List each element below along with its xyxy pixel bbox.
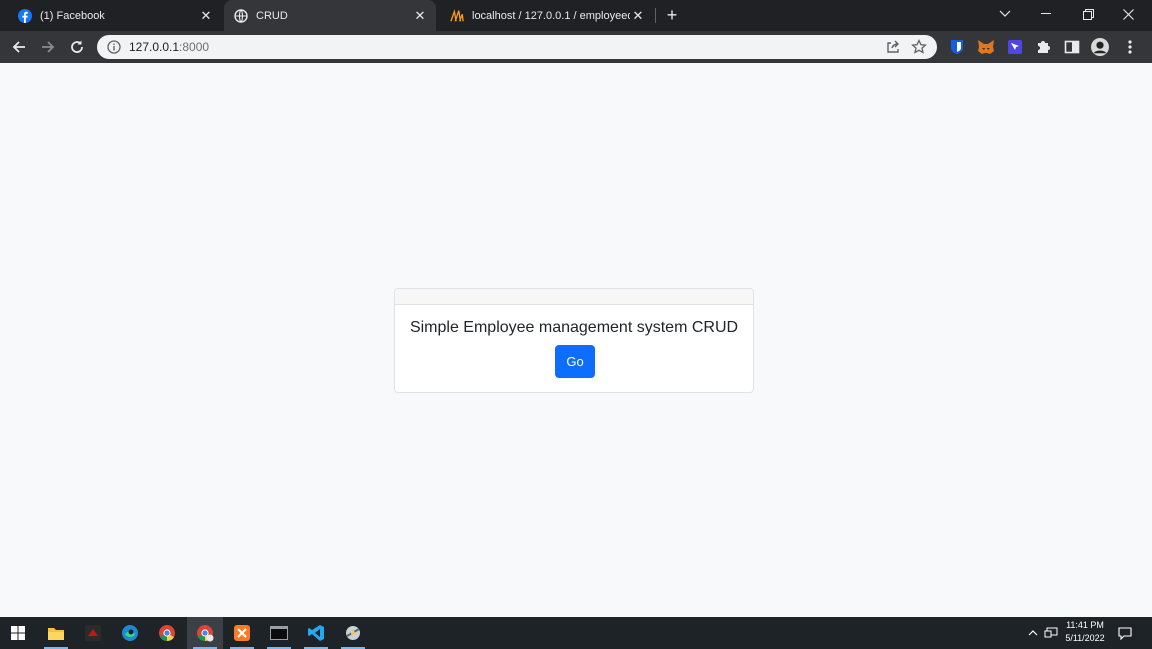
chrome-profile-icon[interactable] [187, 617, 223, 649]
tab-separator [655, 8, 656, 23]
browser-tab-strip: (1) Facebook ✕ CRUD ✕ localhost / 127.0.… [0, 0, 1152, 31]
close-tab-icon[interactable]: ✕ [198, 8, 214, 24]
go-button[interactable]: Go [555, 345, 595, 378]
tab-title: CRUD [256, 9, 288, 22]
tab-crud[interactable]: CRUD ✕ [224, 0, 436, 31]
notifications-icon[interactable] [1116, 617, 1134, 649]
site-info-icon[interactable] [107, 40, 121, 54]
forward-arrow-icon [42, 41, 55, 53]
tab-title: localhost / 127.0.0.1 / employeedb [472, 9, 630, 22]
address-bar[interactable]: 127.0.0.1:8000 [97, 35, 937, 59]
minimize-button[interactable] [1026, 0, 1066, 28]
windows-start-icon[interactable] [0, 617, 36, 649]
clock-time: 11:41 PM [1066, 620, 1104, 630]
cursor-extension-icon[interactable] [1006, 38, 1024, 56]
new-tab-button[interactable]: + [662, 5, 682, 25]
tab-title: (1) Facebook [40, 9, 105, 22]
file-explorer-icon[interactable] [38, 617, 74, 649]
xampp-icon[interactable] [224, 617, 260, 649]
restore-button[interactable] [1068, 0, 1108, 28]
share-icon[interactable] [885, 39, 901, 60]
mcafee-icon[interactable] [75, 617, 111, 649]
facebook-icon [18, 8, 32, 23]
card-text: Simple Employee management system CRUD [409, 319, 739, 336]
side-panel-icon[interactable] [1063, 38, 1081, 56]
close-tab-icon[interactable]: ✕ [412, 8, 428, 24]
reload-icon [71, 40, 83, 53]
card-header [395, 289, 753, 305]
globe-icon [234, 8, 248, 23]
bookmark-star-icon[interactable] [911, 38, 927, 60]
edge-icon[interactable] [112, 617, 148, 649]
windows-taskbar: 11:41 PM 5/11/2022 [0, 617, 1152, 649]
clock-date: 5/11/2022 [1065, 633, 1105, 643]
page-viewport: Simple Employee management system CRUD G… [0, 63, 1152, 617]
terminal-icon[interactable] [261, 617, 297, 649]
browser-menu-icon[interactable] [1121, 38, 1139, 56]
close-window-button[interactable] [1108, 0, 1148, 28]
phpmyadmin-icon [450, 8, 464, 23]
extensions-puzzle-icon[interactable] [1034, 38, 1052, 56]
tab-phpmyadmin[interactable]: localhost / 127.0.0.1 / employeedb ✕ [440, 0, 654, 31]
chevron-up-icon[interactable] [1026, 617, 1040, 649]
close-tab-icon[interactable]: ✕ [630, 8, 646, 24]
tab-facebook[interactable]: (1) Facebook ✕ [8, 0, 222, 31]
metamask-extension-icon[interactable] [977, 38, 995, 56]
tab-search-icon[interactable] [985, 0, 1025, 28]
profile-avatar[interactable] [1091, 38, 1109, 56]
vscode-icon[interactable] [298, 617, 334, 649]
back-button[interactable] [9, 37, 29, 57]
forward-button[interactable] [38, 37, 58, 57]
url-port: :8000 [179, 40, 210, 54]
network-icon[interactable] [1043, 617, 1059, 649]
welcome-card: Simple Employee management system CRUD G… [394, 288, 754, 393]
back-arrow-icon [12, 41, 25, 53]
url-host: 127.0.0.1 [129, 40, 180, 54]
reload-button[interactable] [67, 37, 87, 57]
app-icon[interactable] [335, 617, 371, 649]
taskbar-clock[interactable]: 11:41 PM 5/11/2022 [1058, 619, 1112, 645]
chrome-icon[interactable] [149, 617, 185, 649]
browser-toolbar: 127.0.0.1:8000 [0, 31, 1152, 63]
bitwarden-extension-icon[interactable] [948, 38, 966, 56]
